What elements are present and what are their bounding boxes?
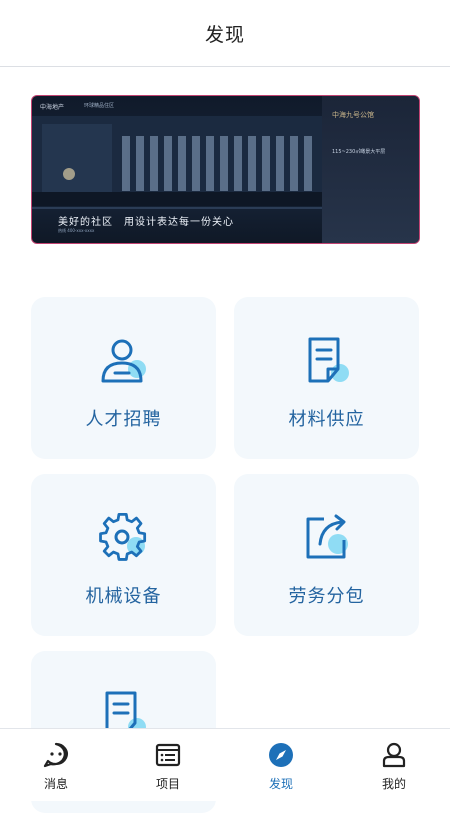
- card-label: 机械设备: [85, 586, 162, 607]
- tab-label: 消息: [43, 777, 68, 791]
- top-bar: 发现: [0, 0, 450, 67]
- banner-area: 115~230㎡瞰景大平层: [332, 149, 386, 155]
- page-title: 发现: [204, 23, 245, 46]
- document-icon: [308, 337, 349, 383]
- card-label: 材料供应: [288, 409, 365, 430]
- list-icon: [155, 743, 181, 767]
- tab-label: 发现: [268, 777, 293, 791]
- promo-banner[interactable]: 中海地产 环球精品住区 中海九号公馆 115~230㎡瞰景大平层 美好的社区 用…: [31, 95, 420, 244]
- message-icon: [43, 742, 68, 768]
- user-icon: [382, 742, 406, 768]
- card-label: 劳务分包: [288, 586, 365, 607]
- banner-brand-sub: 环球精品住区: [84, 103, 115, 109]
- tab-label: 项目: [155, 777, 180, 791]
- tab-projects[interactable]: 项目: [112, 729, 224, 801]
- tab-label: 我的: [381, 777, 406, 791]
- banner-slogan: 美好的社区 用设计表达每一份关心: [58, 217, 234, 228]
- card-talent-recruitment[interactable]: 人才招聘: [31, 297, 216, 459]
- tab-messages[interactable]: 消息: [0, 729, 112, 801]
- card-materials-supply[interactable]: 材料供应: [234, 297, 419, 459]
- bottom-tab-bar: 消息 项目 发现 我的: [0, 728, 450, 801]
- share-arrow-icon: [306, 514, 348, 559]
- tab-profile[interactable]: 我的: [338, 729, 450, 801]
- card-labor-subcontract[interactable]: 劳务分包: [234, 474, 419, 636]
- card-machinery-equipment[interactable]: 机械设备: [31, 474, 216, 636]
- banner-project-name: 中海九号公馆: [332, 111, 374, 119]
- banner-fine-print: 热线 400-xxx-xxxx: [58, 228, 95, 233]
- compass-icon: [269, 743, 293, 767]
- banner-brand: 中海地产: [40, 104, 65, 111]
- gear-icon: [99, 512, 147, 561]
- card-label: 人才招聘: [85, 409, 162, 430]
- tab-discover[interactable]: 发现: [225, 729, 337, 801]
- person-icon: [101, 339, 146, 383]
